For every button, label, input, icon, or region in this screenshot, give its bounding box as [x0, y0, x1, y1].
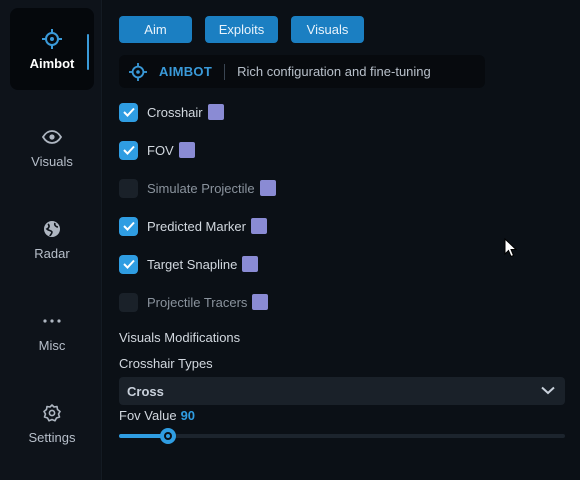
option-simulate-projectile[interactable]: Simulate Projectile: [119, 178, 276, 198]
color-swatch[interactable]: [207, 104, 224, 120]
section-description: Rich configuration and fine-tuning: [237, 64, 431, 79]
fov-slider[interactable]: [119, 428, 565, 444]
checkbox[interactable]: [119, 140, 138, 160]
color-swatch[interactable]: [252, 294, 269, 310]
sidebar: Aimbot Visuals Radar Misc Settings: [0, 0, 102, 480]
sidebar-item-misc[interactable]: Misc: [10, 290, 94, 372]
crosshair-icon: [129, 62, 147, 81]
option-fov[interactable]: FOV: [119, 140, 195, 160]
select-value: Cross: [127, 383, 164, 399]
color-swatch[interactable]: [242, 256, 259, 272]
chevron-down-icon: [541, 382, 555, 400]
visuals-modifications-heading: Visuals Modifications: [119, 330, 241, 345]
sidebar-item-settings[interactable]: Settings: [10, 382, 94, 464]
thumb-center: [166, 434, 171, 438]
mouse-cursor-icon: [504, 238, 518, 258]
slider-track: [119, 434, 565, 438]
tab-bar: Aim Exploits Visuals: [119, 16, 364, 43]
sidebar-item-label: Radar: [34, 245, 70, 261]
sidebar-item-label: Misc: [38, 337, 66, 353]
checkbox[interactable]: [119, 254, 138, 274]
check-icon: [122, 221, 135, 231]
gear-icon: [41, 402, 63, 424]
option-label: Projectile Tracers: [147, 294, 248, 310]
eye-icon: [41, 126, 63, 148]
checkbox[interactable]: [119, 178, 138, 198]
slider-thumb[interactable]: [160, 428, 177, 444]
section-header: AIMBOT Rich configuration and fine-tunin…: [119, 55, 485, 88]
active-indicator: [87, 34, 89, 70]
option-predicted-marker[interactable]: Predicted Marker: [119, 216, 267, 236]
option-projectile-tracers[interactable]: Projectile Tracers: [119, 292, 269, 312]
option-label: Predicted Marker: [147, 218, 246, 234]
option-label: Crosshair: [147, 104, 203, 120]
sidebar-item-label: Settings: [28, 429, 76, 445]
option-label: Simulate Projectile: [147, 180, 255, 196]
tab-exploits[interactable]: Exploits: [205, 16, 278, 43]
check-icon: [122, 107, 135, 117]
sidebar-item-visuals[interactable]: Visuals: [10, 106, 94, 188]
sidebar-item-label: Visuals: [31, 153, 73, 169]
divider: [224, 63, 226, 80]
fov-value-label: Fov Value 90: [119, 408, 195, 423]
crosshair-icon: [41, 28, 63, 50]
tab-visuals[interactable]: Visuals: [291, 16, 364, 43]
sidebar-item-radar[interactable]: Radar: [10, 198, 94, 280]
fov-value-number: 90: [180, 408, 196, 423]
globe-icon: [41, 218, 63, 240]
tab-aim[interactable]: Aim: [119, 16, 192, 43]
checkbox[interactable]: [119, 102, 138, 122]
option-label: FOV: [147, 142, 174, 158]
sidebar-item-label: Aimbot: [29, 55, 75, 71]
check-icon: [122, 259, 135, 269]
crosshair-types-label: Crosshair Types: [119, 356, 213, 371]
crosshair-type-select[interactable]: Cross: [119, 377, 565, 405]
check-icon: [122, 145, 135, 155]
option-label: Target Snapline: [147, 256, 238, 272]
section-title: AIMBOT: [159, 64, 213, 79]
color-swatch[interactable]: [259, 180, 276, 196]
option-target-snapline[interactable]: Target Snapline: [119, 254, 259, 274]
sidebar-item-aimbot[interactable]: Aimbot: [10, 8, 94, 90]
option-crosshair[interactable]: Crosshair: [119, 102, 224, 122]
checkbox[interactable]: [119, 292, 138, 312]
dots-icon: [41, 310, 63, 332]
checkbox[interactable]: [119, 216, 138, 236]
color-swatch[interactable]: [250, 218, 267, 234]
thumb-inner: [164, 432, 173, 440]
color-swatch[interactable]: [178, 142, 195, 158]
fov-label-text: Fov Value: [119, 408, 177, 423]
